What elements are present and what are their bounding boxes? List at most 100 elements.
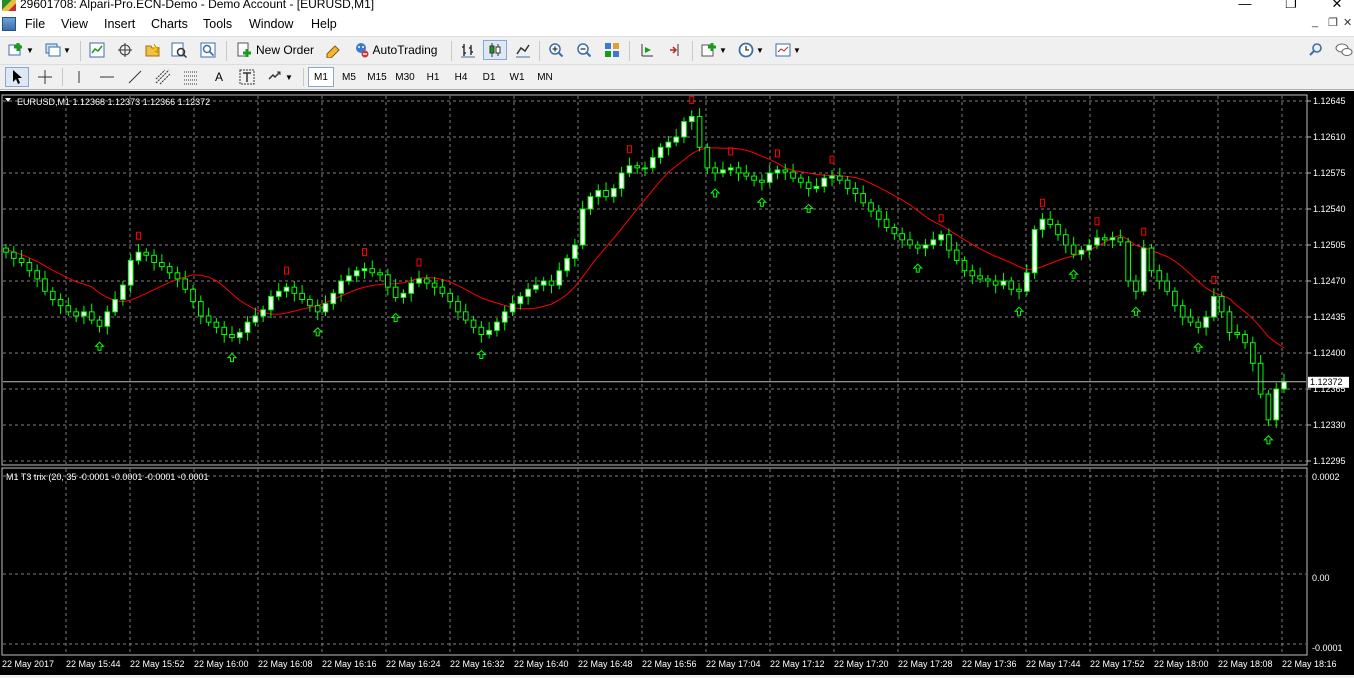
equidistant-channel-button[interactable] — [152, 67, 174, 87]
zoom-in-button[interactable] — [545, 40, 567, 60]
timeframe-d1[interactable]: D1 — [476, 67, 502, 87]
candle-body — [190, 288, 196, 303]
current-price-label: 1.12372 — [1310, 377, 1343, 387]
text-label-button[interactable] — [236, 67, 258, 87]
fibonacci-button[interactable] — [180, 67, 202, 87]
periods-button[interactable]: ▼ — [735, 40, 767, 60]
candle-body — [57, 299, 64, 307]
candle-body — [377, 272, 383, 276]
menu-file[interactable]: File — [25, 17, 45, 31]
candlesticks-button[interactable] — [483, 40, 507, 60]
time-tick-label: 22 May 18:16 — [1282, 659, 1337, 669]
new-chart-button[interactable]: ▼ — [4, 40, 38, 60]
timeframe-h1[interactable]: H1 — [420, 67, 446, 87]
timeframe-m5[interactable]: M5 — [336, 67, 362, 87]
arrows-button[interactable]: ▼ — [264, 67, 296, 87]
candle-body — [1195, 321, 1202, 328]
candle-body — [618, 172, 625, 189]
zoom-out-button[interactable] — [573, 40, 595, 60]
templates-button[interactable]: ▼ — [772, 40, 804, 60]
crosshair-button[interactable] — [34, 67, 56, 87]
candle-body — [1016, 288, 1022, 292]
new-order-button[interactable]: New Order — [233, 40, 317, 60]
horizontal-line-button[interactable] — [96, 67, 118, 87]
maximize-button[interactable]: ❐ — [1276, 0, 1306, 12]
candle-body — [579, 208, 586, 246]
chart-canvas[interactable]: 1.12645 1.12610 1.12575 1.12540 1.12505 1.124… — [0, 91, 1354, 675]
chart-shift-button[interactable] — [664, 40, 686, 60]
candle-body — [275, 290, 282, 297]
candle-body — [829, 175, 835, 179]
candle-body — [1234, 331, 1241, 335]
bar-chart-button[interactable] — [457, 40, 479, 60]
autoscroll-button[interactable] — [636, 40, 658, 60]
menu-window[interactable]: Window — [249, 17, 293, 31]
chart-document-icon[interactable] — [2, 17, 16, 31]
chart-window[interactable]: 1.12645 1.12610 1.12575 1.12540 1.12505 1.124… — [0, 91, 1354, 675]
search-button[interactable] — [1306, 40, 1326, 60]
candle-body — [174, 272, 181, 280]
mdi-close-button[interactable]: ✕ — [1343, 16, 1352, 29]
candle-body — [1172, 290, 1178, 307]
timeframe-m30[interactable]: M30 — [392, 67, 418, 87]
metaeditor-icon — [325, 42, 341, 59]
candle-body — [961, 259, 968, 272]
candle-body — [673, 136, 680, 143]
cursor-button[interactable] — [5, 67, 29, 87]
timeframe-m15[interactable]: M15 — [364, 67, 390, 87]
close-button[interactable]: ✕ — [1322, 0, 1352, 12]
trendline-button[interactable] — [124, 67, 146, 87]
candle-body — [985, 278, 991, 282]
candle-body — [486, 329, 492, 335]
timeframe-mn[interactable]: MN — [532, 67, 558, 87]
templates-icon — [775, 42, 791, 58]
menu-charts[interactable]: Charts — [151, 17, 188, 31]
candle-body — [252, 315, 259, 323]
candle-body — [1179, 305, 1186, 318]
indicators-icon — [701, 42, 717, 58]
timeframe-h4[interactable]: H4 — [448, 67, 474, 87]
candle-body — [104, 311, 111, 327]
mdi-restore-button[interactable]: ❐ — [1328, 16, 1338, 29]
indicators-button[interactable]: ▼ — [698, 40, 730, 60]
mdi-minimize-button[interactable]: _ — [1312, 16, 1318, 28]
candle-body — [1008, 280, 1015, 290]
crosshair-icon — [37, 69, 53, 85]
metaeditor-button[interactable] — [322, 40, 344, 60]
candle-body — [883, 218, 890, 229]
text-label-icon — [239, 69, 255, 85]
candle-body — [1055, 223, 1061, 236]
chat-button[interactable] — [1332, 40, 1354, 60]
menu-insert[interactable]: Insert — [104, 17, 135, 31]
market-watch-button[interactable] — [86, 40, 108, 60]
autotrading-button[interactable]: AutoTrading — [348, 40, 442, 60]
candle-body — [322, 303, 329, 313]
data-window-button[interactable] — [114, 40, 136, 60]
vertical-line-button[interactable] — [68, 67, 90, 87]
timeframe-w1[interactable]: W1 — [504, 67, 530, 87]
cursor-icon — [9, 69, 25, 85]
candle-body — [1203, 316, 1209, 328]
candle-body — [3, 247, 9, 253]
terminal-button[interactable] — [168, 40, 190, 60]
tile-windows-button[interactable] — [601, 40, 623, 60]
time-tick-label: 22 May 16:00 — [194, 659, 249, 669]
menu-tools[interactable]: Tools — [203, 17, 232, 31]
text-button[interactable]: A — [208, 67, 230, 87]
menu-help[interactable]: Help — [311, 17, 337, 31]
trendline-icon — [127, 69, 143, 85]
line-chart-button[interactable] — [512, 40, 534, 60]
strategy-tester-button[interactable] — [197, 40, 219, 60]
timeframe-m1[interactable]: M1 — [308, 67, 334, 87]
candle-body — [73, 311, 79, 317]
candle-body — [236, 331, 243, 339]
candle-body — [1047, 218, 1054, 225]
profiles-button[interactable]: ▼ — [42, 40, 74, 60]
navigator-button[interactable] — [141, 40, 163, 60]
candle-body — [229, 333, 235, 339]
candle-body — [423, 278, 430, 284]
menu-view[interactable]: View — [61, 17, 88, 31]
minimize-button[interactable]: — — [1230, 0, 1260, 12]
candle-body — [875, 210, 882, 220]
navigator-icon — [144, 42, 160, 58]
